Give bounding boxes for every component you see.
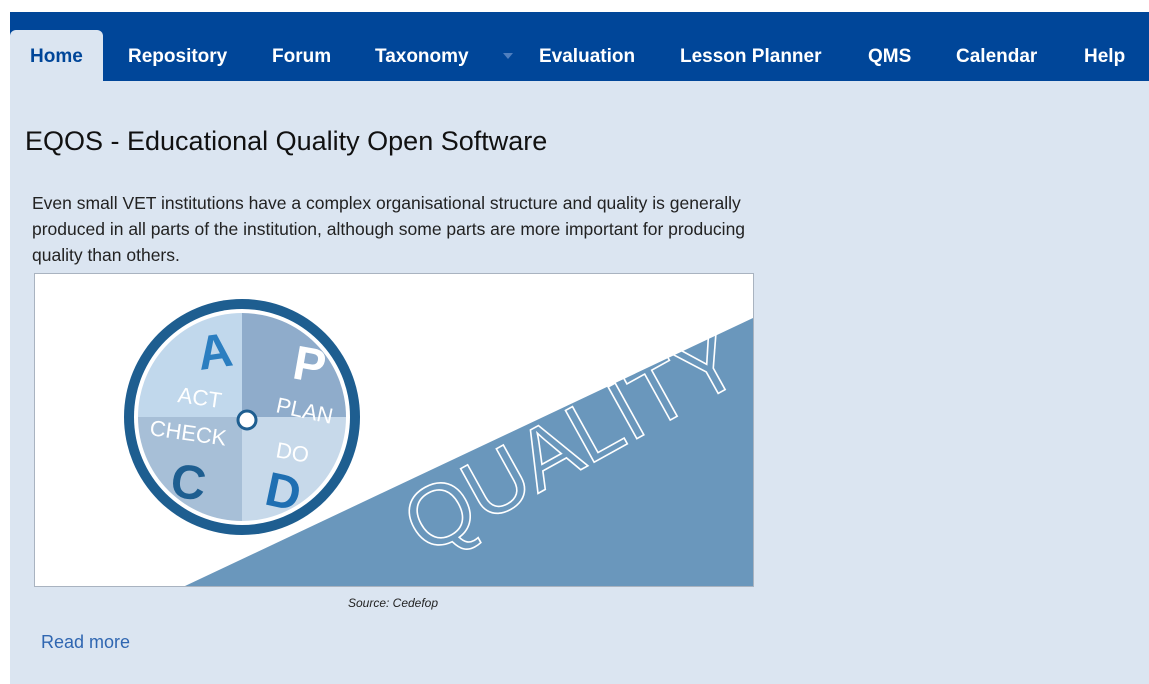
tab-lesson-planner[interactable]: Lesson Planner [680,30,822,81]
check-letter: C [167,454,209,511]
tab-help[interactable]: Help [1084,30,1125,81]
tab-home[interactable]: Home [10,30,103,81]
tab-evaluation[interactable]: Evaluation [539,30,635,81]
tab-repository[interactable]: Repository [128,30,227,81]
act-letter: A [194,324,236,381]
page-title: EQOS - Educational Quality Open Software [25,126,548,156]
pdca-quality-figure: QUALITY A ACT P PLAN CHECK C DO D [34,273,754,587]
tab-qms[interactable]: QMS [868,30,911,81]
tab-forum[interactable]: Forum [272,30,331,81]
figure-caption: Source: Cedefop [347,596,439,610]
main-navigation: Home Repository Forum Taxonomy Evaluatio… [10,12,1149,81]
intro-paragraph: Even small VET institutions have a compl… [32,193,746,265]
tab-taxonomy[interactable]: Taxonomy [375,30,469,81]
page-frame: Home Repository Forum Taxonomy Evaluatio… [10,12,1149,684]
chevron-down-icon[interactable] [503,53,513,59]
tab-calendar[interactable]: Calendar [956,30,1037,81]
read-more-link[interactable]: Read more [41,632,130,653]
